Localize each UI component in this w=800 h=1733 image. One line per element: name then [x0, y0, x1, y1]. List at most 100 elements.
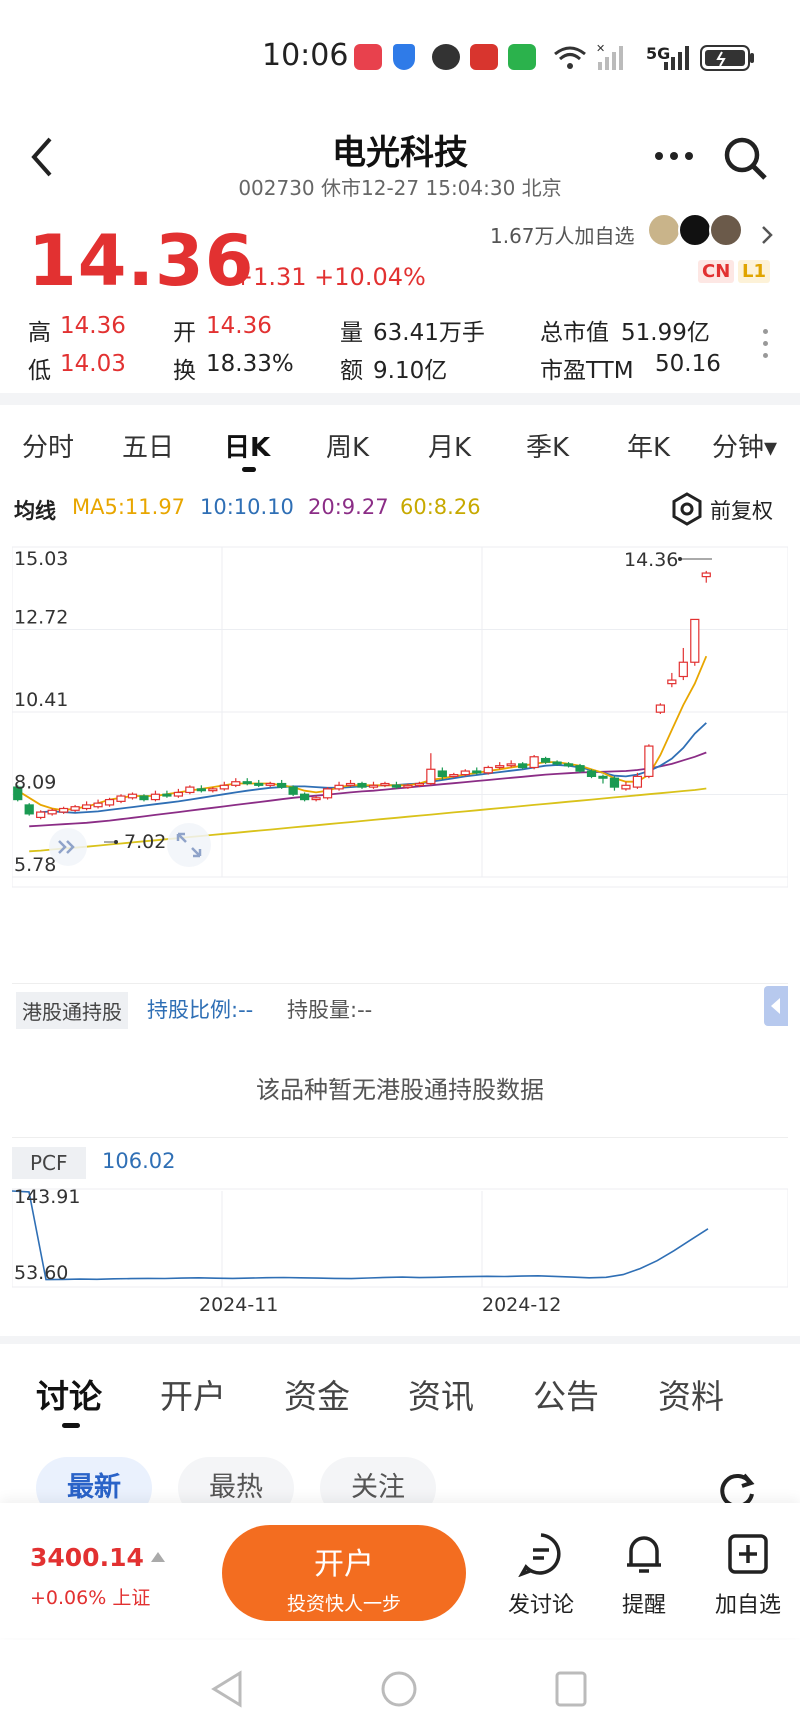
add-square-icon [728, 1534, 768, 1574]
period-tab-year[interactable]: 年K [627, 427, 670, 464]
post-button[interactable]: 发讨论 [496, 1531, 586, 1619]
candle-body [70, 806, 80, 811]
tab-discussion[interactable]: 讨论 [36, 1370, 102, 1418]
system-nav-bar [0, 1640, 800, 1733]
candle-body [150, 793, 161, 801]
candle [426, 753, 436, 786]
chevron-right-icon[interactable] [760, 224, 774, 246]
candle [288, 785, 298, 797]
more-stats-icon[interactable] [763, 325, 769, 365]
period-tab-minute[interactable]: 分钟▾ [712, 427, 777, 464]
pcf-value: 106.02 [102, 1149, 176, 1173]
settings-hex-icon[interactable] [670, 492, 704, 526]
nav-home-icon[interactable] [380, 1670, 418, 1708]
divider [0, 1336, 800, 1344]
period-tab-month[interactable]: 月K [428, 427, 471, 464]
hk-holding-amount: 持股量:-- [287, 998, 373, 1022]
ma-bar: 均线 MA5:11.97 10:10.10 20:9.27 60:8.26 前复… [0, 492, 800, 532]
period-tab-intraday[interactable]: 分时 [22, 427, 74, 464]
tab-announcements[interactable]: 公告 [533, 1370, 599, 1418]
bell-icon [627, 1536, 661, 1573]
triangle-left-icon [771, 998, 780, 1014]
tab-funds[interactable]: 资金 [284, 1370, 350, 1418]
candle-body [231, 781, 241, 786]
candle [357, 781, 367, 789]
post-label: 发讨论 [507, 1593, 574, 1618]
period-tab-day[interactable]: 日K [224, 427, 270, 464]
top-nav: 电光科技 002730 休市12-27 15:04:30 北京 [0, 115, 800, 205]
signal-bars-icon [664, 46, 689, 70]
candle [162, 790, 172, 798]
pcf-line [12, 1190, 709, 1281]
candle [667, 672, 677, 688]
followers-count[interactable]: 1.67万人加自选 [490, 220, 635, 249]
expand-left-icon[interactable] [48, 827, 88, 867]
candle [334, 781, 344, 791]
candle-body [563, 763, 574, 767]
wifi-icon [554, 46, 586, 69]
candle-body [655, 704, 665, 713]
pcf-label[interactable]: PCF [12, 1147, 86, 1179]
y-tick-label: 10.41 [14, 689, 68, 711]
candle-body [701, 572, 711, 578]
add-watch-button[interactable]: 加自选 [703, 1531, 793, 1619]
alert-button[interactable]: 提醒 [599, 1531, 689, 1619]
collapse-tab[interactable] [764, 986, 788, 1026]
price-change: +1.31 +10.04% [233, 263, 426, 291]
candle-body [334, 784, 344, 790]
adjust-toggle[interactable]: 前复权 [710, 495, 773, 525]
divider [0, 393, 800, 405]
kline-chart[interactable]: 15.03 12.72 10.41 8.09 5.78 14.36 7.02 [11, 537, 789, 977]
candle-body [81, 804, 92, 810]
ma-label[interactable]: 均线 [14, 495, 56, 525]
candle-body [127, 793, 138, 799]
low-marker-label: 7.02 [124, 831, 166, 853]
wechat-icon [508, 44, 536, 70]
candle-body [667, 679, 677, 685]
open-value: 14.36 [206, 313, 272, 339]
avatar [678, 213, 713, 247]
fullscreen-icon[interactable] [166, 822, 212, 868]
period-tab-week[interactable]: 周K [326, 427, 369, 464]
candle-body [483, 766, 493, 774]
volume-label: 量 [340, 320, 363, 346]
candle-body [449, 774, 459, 777]
candle-body [93, 802, 103, 808]
y-tick-label: 8.09 [14, 772, 56, 794]
active-tab-indicator [62, 1423, 80, 1428]
candle [368, 781, 379, 789]
pe-label: 市盈TTM [540, 358, 634, 384]
ma20-line [29, 751, 707, 828]
candle-body [414, 782, 424, 786]
candle-body [254, 782, 264, 786]
more-icon[interactable] [654, 151, 694, 161]
candle-body [552, 761, 562, 765]
kline-svg: 15.0312.7210.418.095.7814.367.02 [11, 546, 789, 888]
candle-body [345, 782, 356, 786]
tab-profile[interactable]: 资料 [658, 1370, 724, 1418]
search-icon[interactable] [722, 135, 770, 183]
candle [81, 801, 92, 811]
tab-open-account[interactable]: 开户 [160, 1370, 226, 1418]
pcf-panel[interactable]: PCF 106.02 143.91 53.60 2024-11 2024-12 [12, 1143, 788, 1343]
index-value[interactable]: 3400.14 [30, 1543, 144, 1572]
period-tabs: 分时 五日 日K 周K 月K 季K 年K 分钟▾ [0, 405, 800, 485]
period-tab-5day[interactable]: 五日 [122, 427, 174, 464]
candle-body [426, 768, 436, 785]
candle [70, 804, 80, 813]
candle-body [506, 763, 516, 767]
high-marker-dot [678, 557, 682, 561]
follower-avatars[interactable] [647, 213, 744, 251]
nav-back-icon[interactable] [210, 1670, 244, 1708]
l1-badge: L1 [738, 260, 770, 283]
low-marker-dot [114, 840, 118, 844]
tab-news[interactable]: 资讯 [408, 1370, 474, 1418]
open-account-button[interactable]: 开户 投资快人一步 [222, 1525, 466, 1621]
high-label: 高 [28, 320, 51, 346]
period-tab-quarter[interactable]: 季K [526, 427, 569, 464]
candle [678, 647, 688, 681]
svg-text:✕: ✕ [596, 42, 605, 55]
nav-recents-icon[interactable] [554, 1670, 588, 1708]
content-tabs: 讨论 开户 资金 资讯 公告 资料 [0, 1350, 800, 1430]
candle-body [403, 784, 413, 788]
